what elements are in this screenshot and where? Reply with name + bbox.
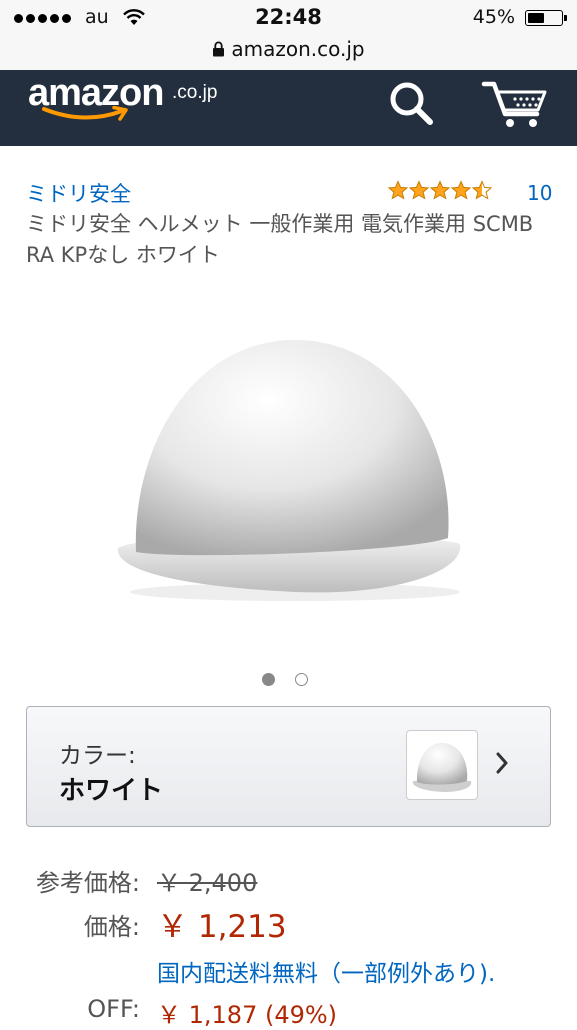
amazon-logo-suffix[interactable]: .co.jp	[172, 82, 217, 104]
list-price-label: 参考価格:	[35, 869, 140, 897]
shipping-row: 国内配送料無料（一部例外あり).	[157, 954, 577, 987]
price-row: 価格: ￥ 1,213	[0, 903, 577, 945]
color-thumbnail	[406, 730, 478, 800]
savings-value: ￥ 1,187 (49%)	[157, 1001, 338, 1029]
helmet-thumbnail-image	[412, 743, 472, 792]
battery-icon	[525, 10, 567, 26]
color-selector-button[interactable]: カラー: ホワイト	[26, 706, 551, 827]
url-bar[interactable]: amazon.co.jp	[0, 36, 577, 70]
free-shipping-link[interactable]: 国内配送料無料（一部例外あり).	[157, 961, 495, 987]
color-value: ホワイト	[59, 776, 164, 806]
helmet-product-image[interactable]	[110, 330, 470, 610]
amazon-smile-icon	[42, 106, 128, 121]
color-label: カラー:	[59, 743, 136, 769]
list-price-row: 参考価格: ￥ 2,400	[0, 863, 577, 897]
star-rating[interactable]	[388, 180, 496, 202]
status-bar: au 22:48 45%	[0, 0, 577, 36]
chevron-right-icon	[496, 752, 508, 774]
rating-count-link[interactable]: 10	[527, 181, 552, 205]
battery-percent: 45%	[472, 6, 515, 28]
savings-row: OFF: ￥ 1,187 (49%)	[0, 995, 577, 1029]
pagination-dot[interactable]	[295, 673, 308, 686]
amazon-header: amazon .co.jp	[0, 70, 577, 146]
pagination-dot-active[interactable]	[262, 673, 275, 686]
url-text: amazon.co.jp	[231, 37, 365, 61]
off-label: OFF:	[87, 995, 140, 1023]
product-title: ミドリ安全 ヘルメット 一般作業用 電気作業用 SCMB RA KPなし ホワイ…	[26, 212, 534, 267]
brand-link[interactable]: ミドリ安全	[26, 178, 131, 208]
star-rating-icon	[388, 181, 492, 199]
price-label: 価格:	[83, 913, 140, 941]
list-price-value: ￥ 2,400	[157, 869, 258, 897]
price-value: ￥ 1,213	[157, 909, 287, 945]
image-pagination-dots[interactable]	[262, 673, 308, 686]
lock-icon	[213, 41, 225, 57]
search-icon[interactable]	[386, 78, 436, 128]
cart-icon[interactable]	[481, 76, 551, 130]
